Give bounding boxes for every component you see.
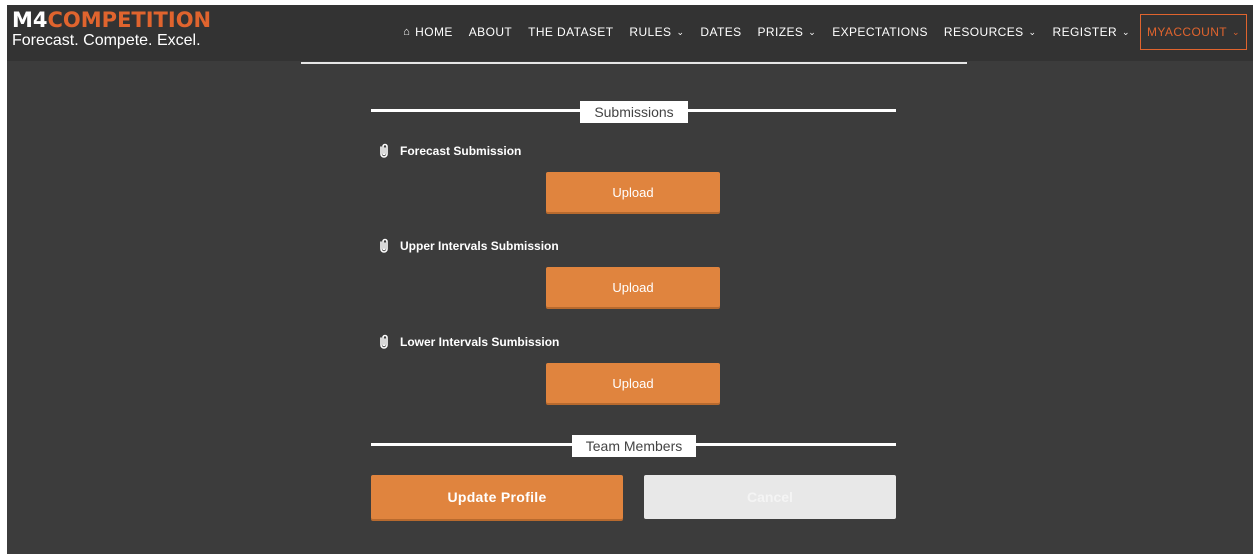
nav-expectations[interactable]: EXPECTATIONS <box>832 25 928 39</box>
site-header: M4COMPETITION Forecast. Compete. Excel. … <box>7 5 1253 61</box>
logo[interactable]: M4COMPETITION <box>12 10 211 31</box>
cancel-button[interactable]: Cancel <box>644 475 896 519</box>
lower-intervals-label: Lower Intervals Sumbission <box>376 334 559 350</box>
nav-dates[interactable]: DATES <box>700 25 741 39</box>
nav-resources-label: RESOURCES <box>943 25 1024 39</box>
field-label: Forecast Submission <box>400 144 522 158</box>
nav-dataset[interactable]: THE DATASET <box>528 25 613 39</box>
nav-prizes[interactable]: PRIZES ⌄ <box>758 25 817 39</box>
paperclip-icon <box>380 238 388 253</box>
logo-suffix: COMPETITION <box>47 8 212 32</box>
nav-home[interactable]: ⌂ HOME <box>403 25 453 39</box>
forecast-submission-label: Forecast Submission <box>376 143 521 159</box>
home-icon: ⌂ <box>403 26 411 38</box>
nav-resources[interactable]: RESOURCES ⌄ <box>944 25 1037 39</box>
nav-home-label: HOME <box>415 25 453 39</box>
nav-myaccount[interactable]: MYACCOUNT ⌄ <box>1140 14 1247 50</box>
nav-myaccount-label: MYACCOUNT <box>1147 25 1228 39</box>
nav-prizes-label: PRIZES <box>757 25 804 39</box>
field-label: Lower Intervals Sumbission <box>400 335 560 349</box>
submissions-header: Submissions <box>371 101 896 123</box>
upper-intervals-upload-button[interactable]: Upload <box>546 267 720 307</box>
field-label: Upper Intervals Submission <box>400 239 559 253</box>
header-divider <box>301 62 967 64</box>
nav-about[interactable]: ABOUT <box>469 25 512 39</box>
chevron-down-icon: ⌄ <box>1232 26 1240 37</box>
team-members-title: Team Members <box>572 435 696 457</box>
paperclip-icon <box>380 143 388 158</box>
nav-rules-label: RULES <box>629 25 672 39</box>
main-nav: ⌂ HOME ABOUT THE DATASET RULES ⌄ DATES P… <box>387 14 1247 50</box>
logo-prefix: M4 <box>12 8 48 32</box>
team-members-header: Team Members <box>371 435 896 457</box>
upper-intervals-label: Upper Intervals Submission <box>376 238 559 254</box>
chevron-down-icon: ⌄ <box>676 26 685 37</box>
nav-register-label: REGISTER <box>1052 25 1118 39</box>
tagline: Forecast. Compete. Excel. <box>12 32 201 49</box>
chevron-down-icon: ⌄ <box>1028 26 1037 37</box>
paperclip-icon <box>380 334 388 349</box>
nav-rules[interactable]: RULES ⌄ <box>629 25 684 39</box>
chevron-down-icon: ⌄ <box>808 26 817 37</box>
forecast-upload-button[interactable]: Upload <box>546 172 720 212</box>
lower-intervals-upload-button[interactable]: Upload <box>546 363 720 403</box>
submissions-title: Submissions <box>580 101 688 123</box>
update-profile-button[interactable]: Update Profile <box>371 475 623 519</box>
brand[interactable]: M4COMPETITION Forecast. Compete. Excel. <box>12 10 211 50</box>
chevron-down-icon: ⌄ <box>1122 26 1130 37</box>
page-frame: M4COMPETITION Forecast. Compete. Excel. … <box>7 5 1253 554</box>
nav-register[interactable]: REGISTER ⌄ <box>1053 25 1131 39</box>
